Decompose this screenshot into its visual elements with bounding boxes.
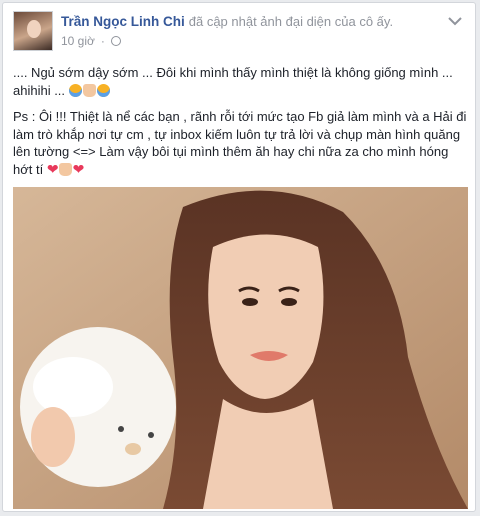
avatar[interactable] [13, 11, 53, 51]
laughing-emoji-icon [96, 83, 110, 97]
avatar-face [27, 20, 41, 38]
chevron-down-icon[interactable] [447, 15, 463, 27]
post-body: .... Ngủ sớm dậy sớm ... Đôi khi mình th… [13, 64, 468, 187]
post-meta: 10 giờ · [61, 34, 121, 48]
author-name[interactable]: Trần Ngọc Linh Chi [61, 14, 185, 29]
heart-emoji-icon: ❤ [72, 160, 85, 177]
globe-icon[interactable] [110, 36, 121, 46]
post-paragraph-1: .... Ngủ sớm dậy sớm ... Đôi khi mình th… [13, 65, 453, 98]
heart-emoji-icon: ❤ [46, 160, 59, 177]
laughing-emoji-icon [68, 83, 82, 97]
post-paragraph-2: Ps : Ôi !!! Thiệt là nể các bạn , rãnh r… [13, 109, 467, 177]
post-header: Trần Ngọc Linh Chi đã cập nhật ảnh đại di… [61, 14, 393, 29]
profile-photo-image [13, 187, 468, 509]
praying-hands-emoji-icon [58, 162, 72, 176]
praying-hands-emoji-icon [82, 83, 96, 97]
post-card: Trần Ngọc Linh Chi đã cập nhật ảnh đại di… [2, 2, 476, 512]
post-timestamp[interactable]: 10 giờ [61, 34, 95, 48]
profile-photo[interactable] [13, 187, 468, 509]
post-action-text: đã cập nhật ảnh đại diện của cô ấy. [188, 14, 394, 29]
